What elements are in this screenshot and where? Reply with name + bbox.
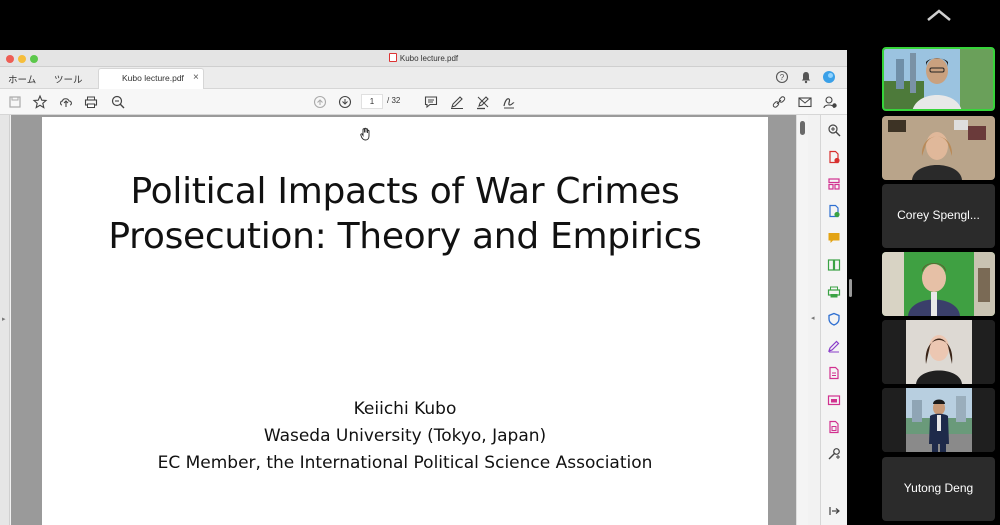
tools-pane	[820, 115, 847, 525]
page-up-icon[interactable]	[312, 94, 328, 110]
print-production-icon[interactable]	[827, 285, 841, 299]
help-icon[interactable]: ?	[775, 70, 789, 84]
gallery-resize-handle[interactable]	[849, 279, 852, 297]
participant-video-feed	[882, 320, 995, 384]
participant-tile-no-video[interactable]: Yutong Deng	[882, 457, 995, 521]
participant-video-tile[interactable]	[882, 320, 995, 384]
participant-video-tile[interactable]	[882, 388, 995, 452]
screen: Kubo lecture.pdf ホーム ツール Kubo lecture.pd…	[0, 0, 1000, 525]
scrollbar-thumb[interactable]	[800, 121, 805, 135]
author-role: EC Member, the International Political S…	[157, 453, 653, 473]
left-panel-gutter[interactable]: ▸	[0, 115, 10, 525]
tools-menu[interactable]: ツール	[54, 72, 83, 86]
upload-icon[interactable]	[58, 94, 74, 110]
send-review-icon[interactable]	[827, 393, 841, 407]
title-bar: Kubo lecture.pdf	[0, 50, 847, 67]
create-pdf-icon[interactable]	[827, 150, 841, 164]
comment-icon[interactable]	[423, 94, 439, 110]
combine-icon[interactable]	[827, 258, 841, 272]
export-pdf-icon[interactable]	[827, 366, 841, 380]
collapse-right-panel-icon[interactable]: ◂	[811, 314, 815, 322]
participant-name: Corey Spengl...	[897, 208, 980, 222]
organize-pages-icon[interactable]	[827, 177, 841, 191]
pdf-file-icon	[388, 53, 397, 62]
star-icon[interactable]	[32, 94, 48, 110]
page-total: / 32	[387, 96, 401, 105]
author-name: Keiichi Kubo	[353, 399, 457, 419]
participant-tile-no-video[interactable]: Corey Spengl...	[882, 184, 995, 248]
tab-bar: ホーム ツール Kubo lecture.pdf × ?	[0, 67, 847, 89]
slide-title: Political Impacts of War Crimes Prosecut…	[108, 171, 702, 257]
save-icon[interactable]	[7, 94, 23, 110]
participant-video-feed	[882, 388, 995, 452]
share-link-icon[interactable]	[771, 94, 787, 110]
home-menu[interactable]: ホーム	[8, 72, 36, 86]
participant-name: Yutong Deng	[903, 481, 974, 495]
scan-icon[interactable]	[827, 420, 841, 434]
window-title: Kubo lecture.pdf	[0, 53, 847, 63]
hand-cursor-icon	[360, 127, 370, 141]
participant-video-feed	[884, 49, 993, 109]
expand-panel-icon[interactable]	[827, 504, 841, 518]
participant-video-tile[interactable]	[882, 116, 995, 180]
expand-left-panel-icon[interactable]: ▸	[2, 315, 6, 323]
zoom-out-icon[interactable]	[110, 94, 126, 110]
page-number-input[interactable]: 1	[361, 94, 383, 109]
protect-icon[interactable]	[827, 312, 841, 326]
window-title-text: Kubo lecture.pdf	[399, 54, 459, 63]
participant-video-tile[interactable]	[882, 47, 995, 111]
author-affiliation: Waseda University (Tokyo, Japan)	[263, 426, 547, 446]
acrobat-window: Kubo lecture.pdf ホーム ツール Kubo lecture.pd…	[0, 50, 847, 525]
account-icon[interactable]	[822, 94, 838, 110]
zoom-search-icon[interactable]	[827, 123, 841, 137]
pen-icon[interactable]	[449, 94, 465, 110]
more-tools-icon[interactable]	[827, 447, 841, 461]
comment-tool-icon[interactable]	[827, 231, 841, 245]
user-account-icon[interactable]	[822, 70, 836, 84]
edit-pdf-icon[interactable]	[827, 204, 841, 218]
participant-video-feed	[882, 116, 995, 180]
participant-video-tile[interactable]	[882, 252, 995, 316]
vertical-scrollbar[interactable]	[796, 115, 808, 525]
print-icon[interactable]	[83, 94, 99, 110]
pdf-page: Political Impacts of War Crimes Prosecut…	[42, 117, 768, 525]
acrobat-toolbar: 1 / 32	[0, 89, 847, 115]
sign-icon[interactable]	[501, 94, 517, 110]
page-down-icon[interactable]	[337, 94, 353, 110]
mail-icon[interactable]	[797, 94, 813, 110]
participant-video-feed	[882, 252, 995, 316]
highlight-icon[interactable]	[475, 94, 491, 110]
document-view[interactable]: Political Impacts of War Crimes Prosecut…	[11, 115, 796, 525]
chevron-up-icon[interactable]	[924, 6, 954, 24]
notifications-bell-icon[interactable]	[799, 70, 813, 84]
close-tab-button[interactable]: ×	[193, 72, 199, 83]
document-tab[interactable]: Kubo lecture.pdf ×	[98, 68, 204, 89]
svg-text:?: ?	[780, 73, 785, 82]
document-tab-label: Kubo lecture.pdf	[122, 73, 184, 83]
fill-sign-icon[interactable]	[827, 339, 841, 353]
